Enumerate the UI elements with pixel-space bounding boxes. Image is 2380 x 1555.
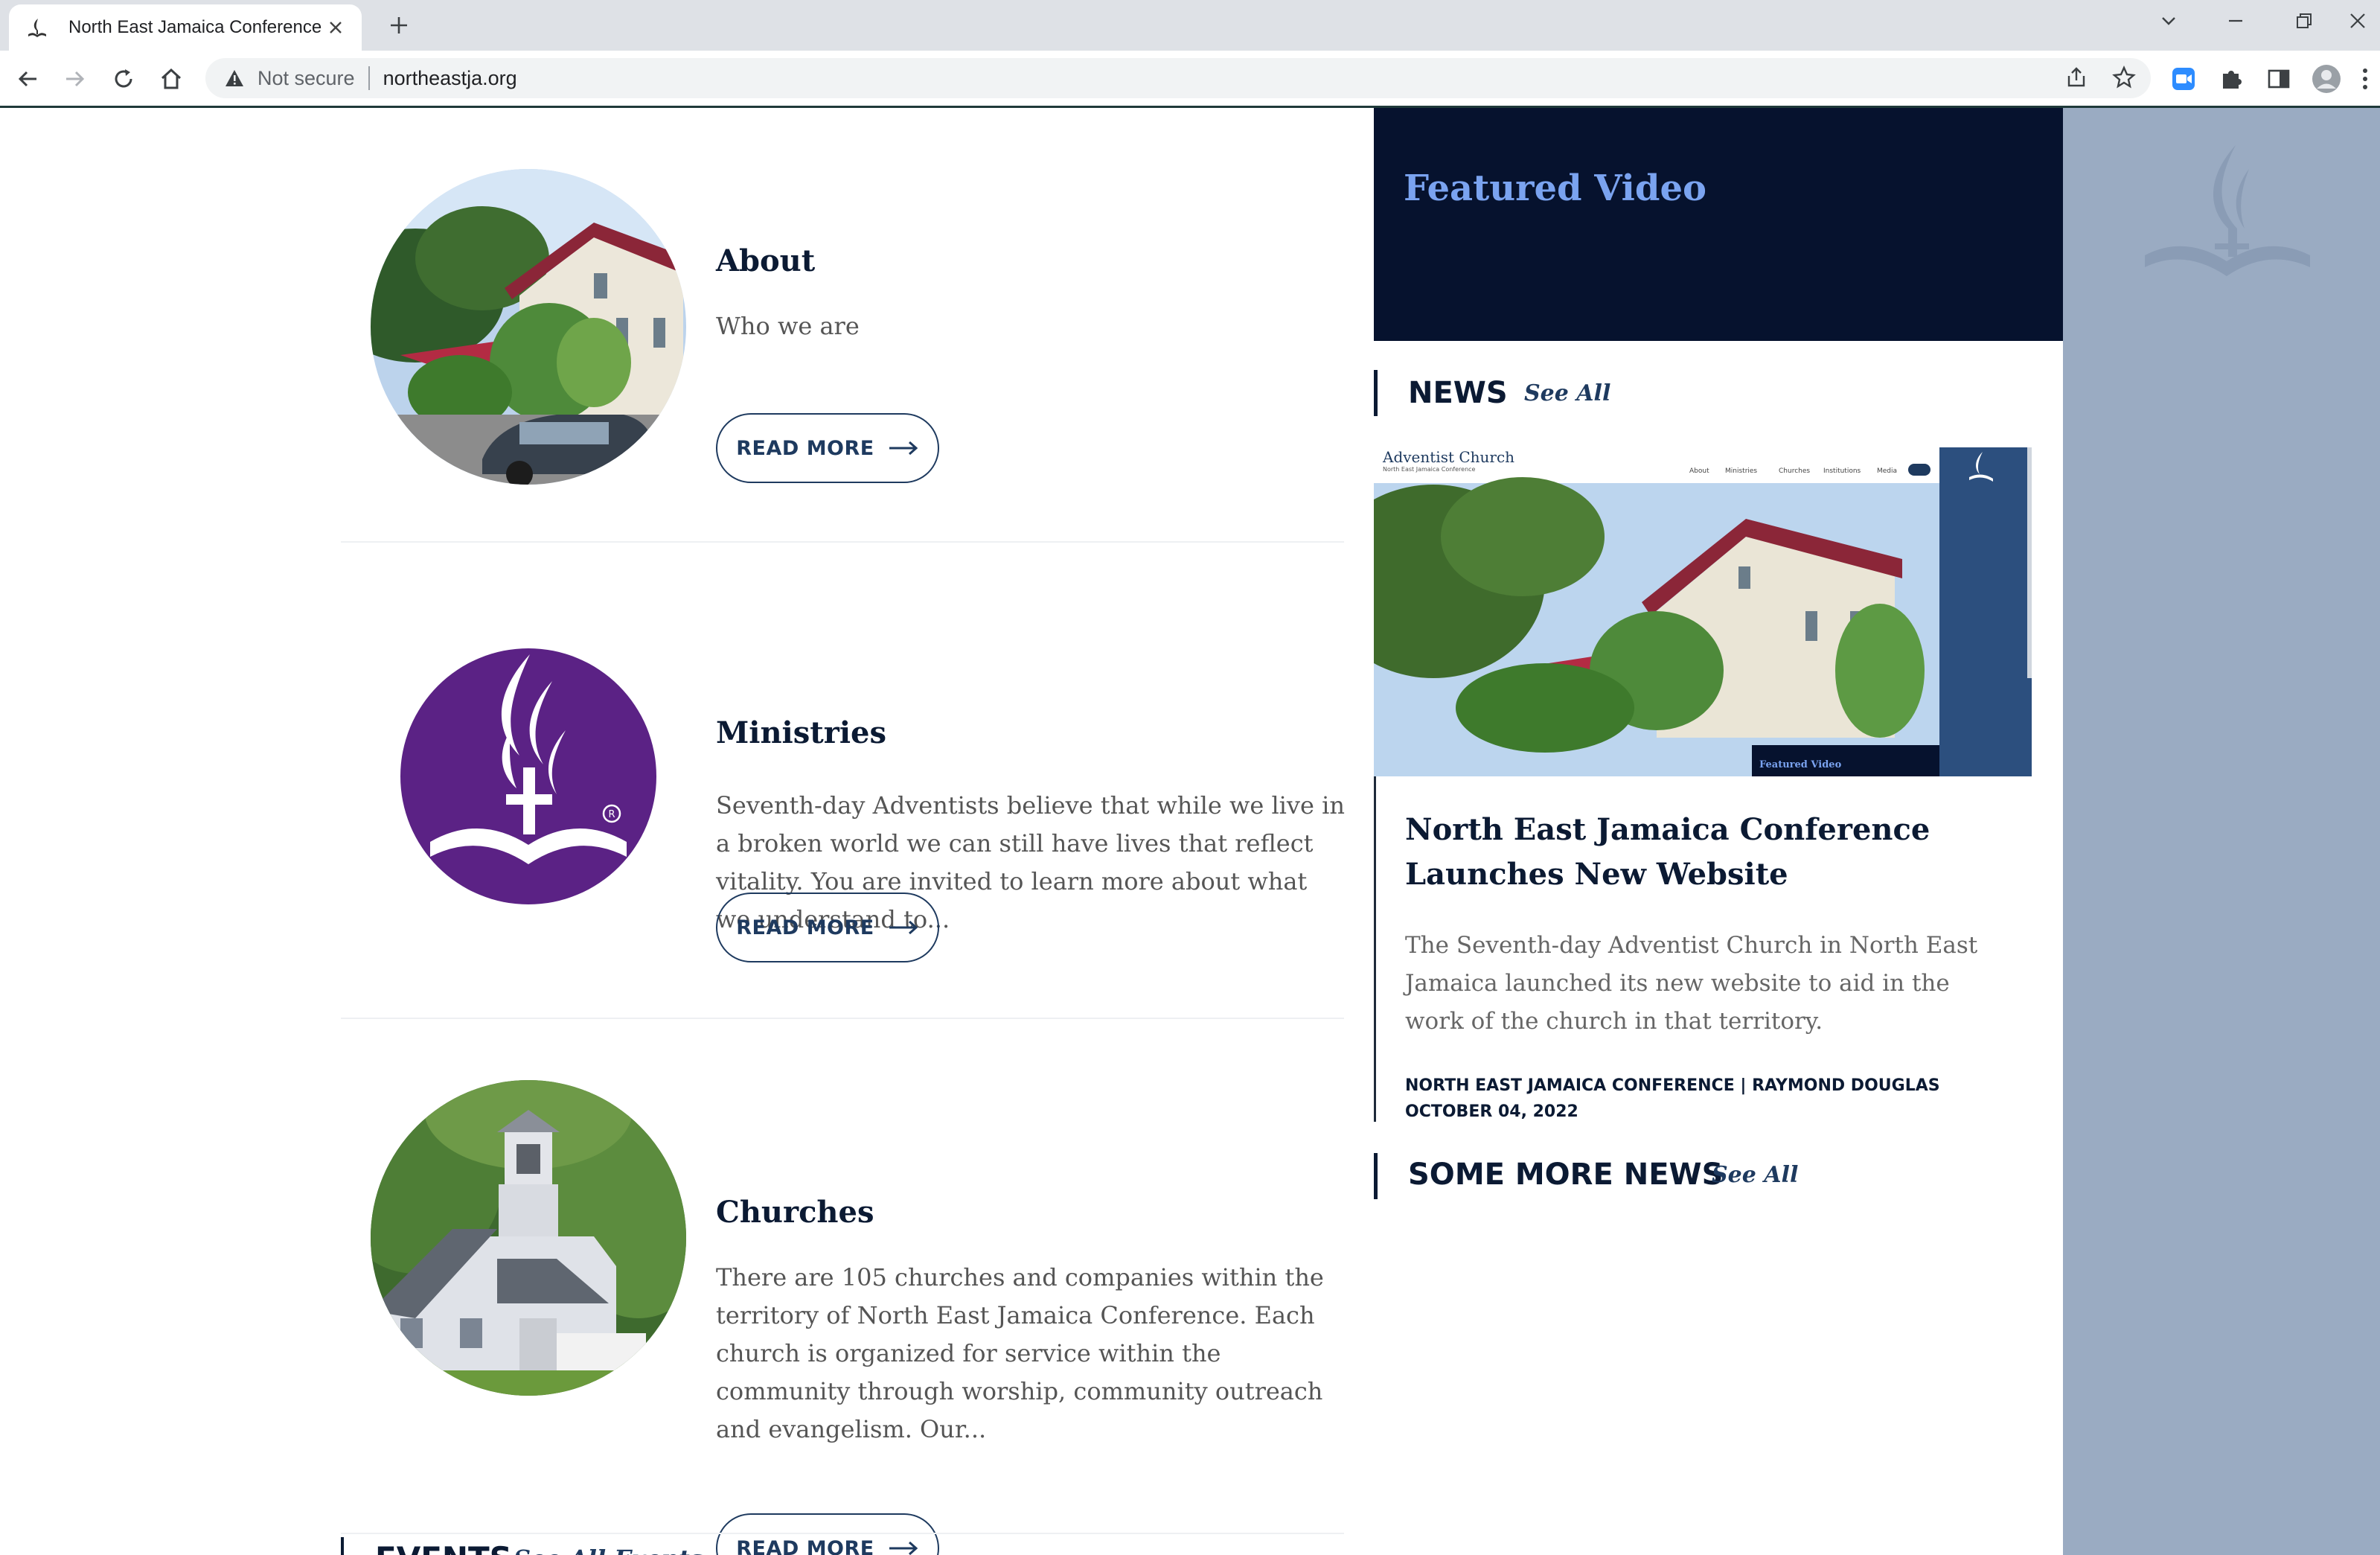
warning-triangle-icon[interactable] <box>223 67 246 89</box>
about-title: About <box>716 243 816 278</box>
news-see-all-link[interactable]: See All <box>1524 380 1610 406</box>
about-description: Who we are <box>716 312 860 340</box>
share-icon[interactable] <box>2058 60 2094 95</box>
news-image-subbrand: North East Jamaica Conference <box>1383 466 1476 473</box>
more-news-accent-bar <box>1374 1153 1378 1199</box>
tab-title: North East Jamaica Conference <box>68 17 322 37</box>
arrow-right-icon <box>889 1541 918 1555</box>
side-panel-icon[interactable] <box>2261 61 2297 97</box>
news-image-caption: Featured Video <box>1759 759 1842 770</box>
churches-title: Churches <box>716 1195 874 1230</box>
churches-card: Churches There are 105 churches and comp… <box>341 1019 1344 1555</box>
new-tab-plus-icon[interactable] <box>384 10 414 40</box>
svg-text:R: R <box>608 809 615 820</box>
tab-close-icon[interactable] <box>324 16 347 39</box>
news-section-title: NEWS <box>1408 376 1508 410</box>
minimize-icon[interactable] <box>2213 4 2258 37</box>
adventist-watermark-logo-icon <box>2145 145 2310 276</box>
news-article-author: NORTH EAST JAMAICA CONFERENCE | RAYMOND … <box>1405 1076 1940 1095</box>
ministries-read-more-button[interactable]: READ MORE <box>716 893 939 962</box>
news-article-accent-line <box>1374 776 1376 1122</box>
omnibox-separator <box>368 66 370 90</box>
about-card: About Who we are READ MORE <box>341 108 1344 540</box>
news-image-nav-churches: Churches <box>1779 467 1810 475</box>
zoom-extension-icon[interactable] <box>2166 61 2201 97</box>
address-bar[interactable]: Not secure northeastja.org <box>205 58 2151 98</box>
home-icon[interactable] <box>153 61 189 97</box>
news-article-meta: NORTH EAST JAMAICA CONFERENCE | RAYMOND … <box>1405 1073 1940 1125</box>
news-article-date: OCTOBER 04, 2022 <box>1405 1102 1578 1121</box>
more-news-title: SOME MORE NEWS <box>1408 1158 1724 1192</box>
see-all-events-link[interactable]: See All Events <box>514 1545 703 1555</box>
ministries-card: R Ministries Seventh-day Adventists beli… <box>341 543 1345 1019</box>
news-article-headline[interactable]: North East Jamaica Conference Launches N… <box>1405 808 2015 897</box>
close-window-icon[interactable] <box>2337 4 2379 37</box>
security-status-label[interactable]: Not secure <box>257 67 355 90</box>
bookmark-star-icon[interactable] <box>2106 60 2142 95</box>
more-news-see-all-link[interactable]: See All <box>1712 1162 1798 1188</box>
url-text[interactable]: northeastja.org <box>383 67 2151 90</box>
browser-toolbar: Not secure northeastja.org <box>0 51 2380 106</box>
restore-icon[interactable] <box>2282 4 2326 37</box>
ministries-read-more-label: READ MORE <box>736 916 874 939</box>
churches-read-more-button[interactable]: READ MORE <box>716 1513 939 1555</box>
featured-video-title: Featured Video <box>1404 167 1707 209</box>
right-side-panel <box>2063 108 2380 1555</box>
news-image-nav-institutions: Institutions <box>1823 467 1861 475</box>
profile-avatar-icon[interactable] <box>2309 61 2344 97</box>
browser-tab-strip: North East Jamaica Conference <box>0 0 2380 51</box>
adventist-favicon-icon <box>25 16 49 39</box>
tab-search-chevron-icon[interactable] <box>2146 4 2191 37</box>
churches-building-photo <box>371 1080 686 1396</box>
arrow-right-icon <box>889 920 918 935</box>
about-church-photo <box>371 169 686 485</box>
news-image-nav-media: Media <box>1877 467 1897 475</box>
events-title: EVENTS <box>375 1540 512 1555</box>
arrow-right-icon <box>889 441 918 456</box>
forward-arrow-icon[interactable] <box>57 61 92 97</box>
ministries-logo-image: R <box>371 619 686 934</box>
back-arrow-icon[interactable] <box>10 61 46 97</box>
featured-video-section: Featured Video <box>1374 108 2063 341</box>
about-read-more-label: READ MORE <box>736 436 874 460</box>
reload-icon[interactable] <box>106 61 141 97</box>
news-image-nav-ministries: Ministries <box>1725 467 1757 475</box>
news-image-brand: Adventist Church <box>1382 448 1514 466</box>
churches-description: There are 105 churches and companies wit… <box>716 1263 1324 1443</box>
news-accent-bar <box>1374 370 1378 416</box>
browser-tab[interactable]: North East Jamaica Conference <box>9 4 362 51</box>
ministries-title: Ministries <box>716 715 886 750</box>
churches-read-more-label: READ MORE <box>736 1536 874 1555</box>
about-read-more-button[interactable]: READ MORE <box>716 413 939 483</box>
web-page: About Who we are READ MORE R Ministries … <box>0 108 2380 1555</box>
news-image-nav-about: About <box>1689 467 1709 475</box>
chrome-menu-dots-icon[interactable] <box>2352 61 2379 97</box>
events-accent-bar <box>341 1537 344 1555</box>
section-divider <box>341 1533 1344 1534</box>
news-article-excerpt: The Seventh-day Adventist Church in Nort… <box>1405 932 1978 1035</box>
extensions-puzzle-icon[interactable] <box>2213 61 2249 97</box>
news-article-image[interactable]: Adventist Church North East Jamaica Conf… <box>1374 447 2032 776</box>
